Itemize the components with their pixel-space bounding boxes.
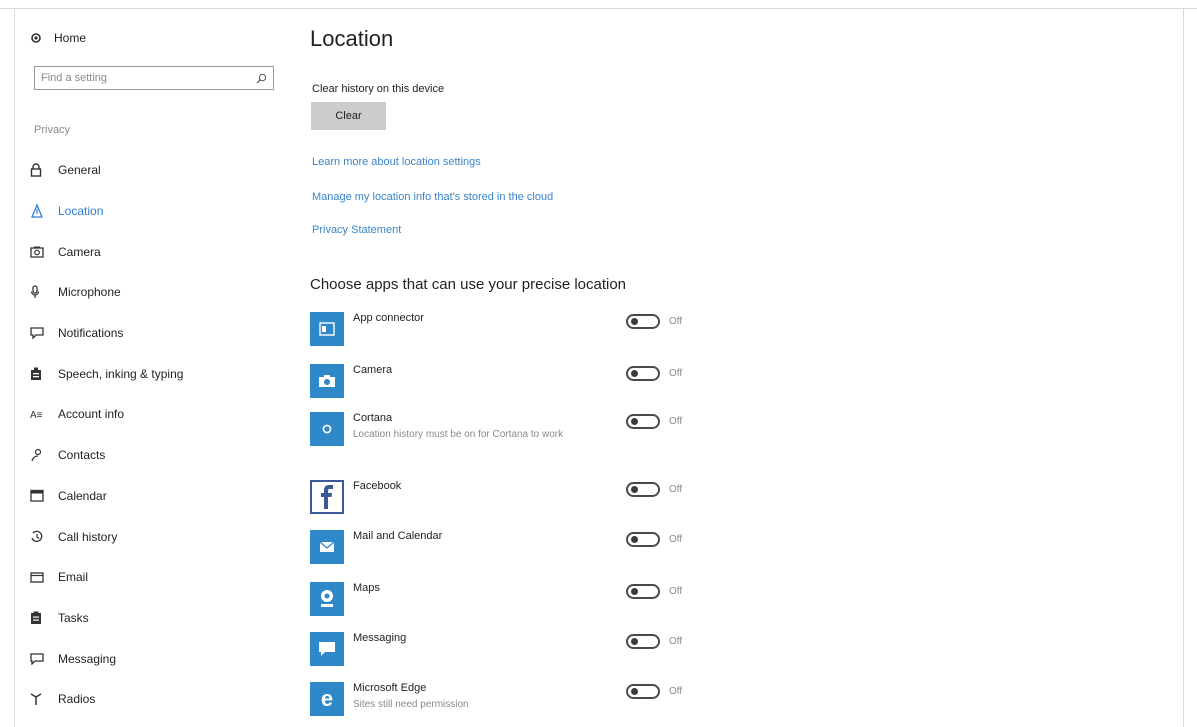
app-name: Microsoft Edge <box>353 682 427 694</box>
radios-icon <box>30 690 52 708</box>
lock-icon <box>30 161 52 179</box>
messaging-icon <box>30 650 52 668</box>
toggle-state-label: Off <box>669 636 683 647</box>
sidebar-item-label: Contacts <box>58 448 106 463</box>
search-icon <box>256 73 267 83</box>
app-connector-toggle[interactable] <box>626 314 660 329</box>
sidebar-item-tasks[interactable]: Tasks <box>30 598 290 639</box>
notifications-icon <box>30 324 52 342</box>
facebook-toggle[interactable] <box>626 482 660 497</box>
app-description: Sites still need permission <box>353 699 469 710</box>
toggle-state-label: Off <box>669 484 683 495</box>
privacy-nav: General Location Camera Microphone Notif… <box>30 150 290 720</box>
sidebar-item-location[interactable]: Location <box>30 191 290 232</box>
toggle-state-label: Off <box>669 686 683 697</box>
sidebar-item-label: General <box>58 163 101 178</box>
sidebar-item-email[interactable]: Email <box>30 557 290 598</box>
window-left-border <box>14 8 15 727</box>
home-label: Home <box>54 31 87 45</box>
sidebar-item-label: Microphone <box>58 285 121 300</box>
facebook-icon <box>310 480 344 514</box>
speech-icon <box>30 365 52 383</box>
sidebar-item-general[interactable]: General <box>30 150 290 191</box>
sidebar-item-camera[interactable]: Camera <box>30 231 290 272</box>
window-right-border <box>1183 8 1184 727</box>
sidebar-item-speech[interactable]: Speech, inking & typing <box>30 353 290 394</box>
page-title: Location <box>310 26 394 51</box>
home-nav-item[interactable]: Home <box>30 26 86 50</box>
apps-section-heading: Choose apps that can use your precise lo… <box>310 276 627 293</box>
account-info-icon: A≡ <box>30 405 52 423</box>
sidebar-item-label: Notifications <box>58 326 124 341</box>
maps-toggle[interactable] <box>626 584 660 599</box>
tasks-icon <box>30 609 52 627</box>
app-name: Messaging <box>353 632 407 644</box>
calendar-icon <box>30 487 52 505</box>
toggle-state-label: Off <box>669 416 683 427</box>
app-name: Maps <box>353 582 380 594</box>
clear-history-label: Clear history on this device <box>312 83 445 95</box>
sidebar-item-label: Account info <box>58 407 125 422</box>
window-top-border <box>0 0 1197 9</box>
camera-icon <box>30 243 52 261</box>
camera-app-icon <box>310 364 344 398</box>
mail-calendar-icon <box>310 530 344 564</box>
mail-calendar-toggle[interactable] <box>626 532 660 547</box>
cortana-toggle[interactable] <box>626 414 660 429</box>
sidebar-item-contacts[interactable]: Contacts <box>30 435 290 476</box>
maps-icon <box>310 582 344 616</box>
app-name: App connector <box>353 312 424 324</box>
section-label-privacy: Privacy <box>34 124 71 136</box>
location-icon <box>30 202 52 220</box>
sidebar-item-microphone[interactable]: Microphone <box>30 272 290 313</box>
search-placeholder: Find a setting <box>41 72 108 84</box>
cortana-icon <box>310 412 344 446</box>
clear-button[interactable]: Clear <box>311 102 386 130</box>
sidebar-item-radios[interactable]: Radios <box>30 679 290 720</box>
camera-toggle[interactable] <box>626 366 660 381</box>
learn-more-location-link[interactable]: Learn more about location settings <box>312 156 481 168</box>
privacy-statement-link[interactable]: Privacy Statement <box>312 224 401 236</box>
sidebar-item-messaging[interactable]: Messaging <box>30 638 290 679</box>
call-history-icon <box>30 528 52 546</box>
sidebar-item-label: Email <box>58 570 89 585</box>
app-name: Cortana <box>353 412 393 424</box>
sidebar-item-label: Camera <box>58 244 101 259</box>
sidebar-item-label: Location <box>58 204 104 219</box>
sidebar-item-account-info[interactable]: A≡ Account info <box>30 394 290 435</box>
home-gear-icon <box>31 33 41 43</box>
app-connector-icon <box>310 312 344 346</box>
sidebar-item-label: Radios <box>58 692 96 707</box>
edge-icon: e <box>310 682 344 716</box>
toggle-state-label: Off <box>669 534 683 545</box>
sidebar-item-notifications[interactable]: Notifications <box>30 313 290 354</box>
app-name: Facebook <box>353 480 402 492</box>
sidebar-item-call-history[interactable]: Call history <box>30 516 290 557</box>
contacts-icon <box>30 446 52 464</box>
search-input[interactable]: Find a setting <box>34 66 274 90</box>
microsoft-edge-toggle[interactable] <box>626 684 660 699</box>
sidebar-item-label: Call history <box>58 529 118 544</box>
messaging-app-icon <box>310 632 344 666</box>
toggle-state-label: Off <box>669 586 683 597</box>
toggle-state-label: Off <box>669 316 683 327</box>
microphone-icon <box>30 283 52 301</box>
sidebar-item-label: Speech, inking & typing <box>58 366 184 381</box>
svg-text:A≡: A≡ <box>30 410 43 420</box>
sidebar-item-label: Calendar <box>58 488 107 503</box>
sidebar-item-calendar[interactable]: Calendar <box>30 476 290 517</box>
app-name: Mail and Calendar <box>353 530 443 542</box>
toggle-state-label: Off <box>669 368 683 379</box>
messaging-toggle[interactable] <box>626 634 660 649</box>
sidebar-item-label: Messaging <box>58 651 117 666</box>
manage-cloud-location-link[interactable]: Manage my location info that's stored in… <box>312 191 553 203</box>
app-name: Camera <box>353 364 393 376</box>
sidebar-item-label: Tasks <box>58 610 89 625</box>
app-description: Location history must be on for Cortana … <box>353 429 564 440</box>
email-icon <box>30 568 52 586</box>
